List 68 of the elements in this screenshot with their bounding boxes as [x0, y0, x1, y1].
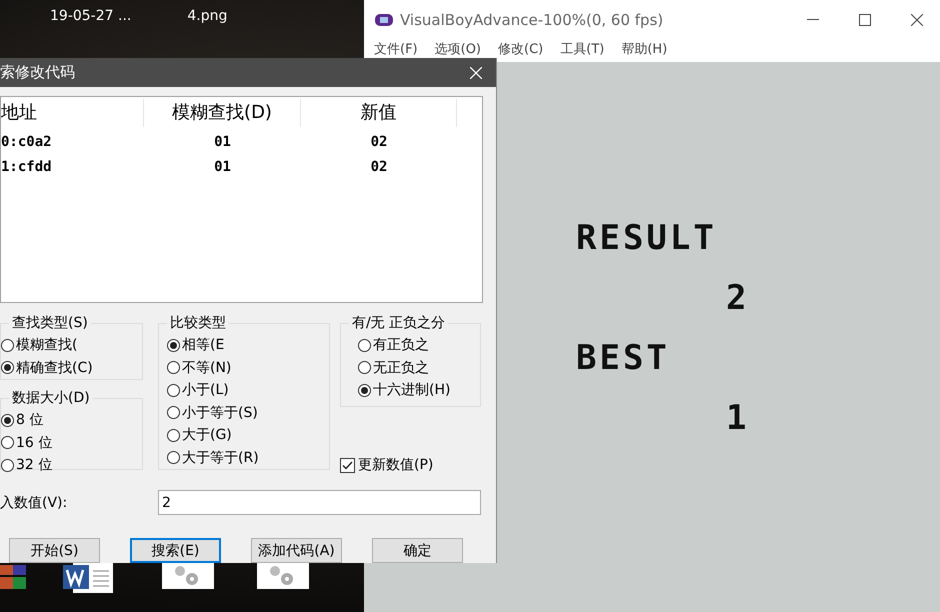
group-label: 比较类型	[167, 315, 229, 331]
dialog-button[interactable]: 添加代码(A)	[251, 538, 342, 563]
radio-button[interactable]	[167, 428, 180, 442]
minimize-icon[interactable]	[807, 19, 819, 21]
game-label: BEST	[576, 337, 670, 380]
table-cell-text: 1:cfdd	[1, 158, 53, 174]
game-console-icon	[374, 12, 394, 28]
radio-button[interactable]	[167, 384, 180, 397]
column-header[interactable]: 新值	[301, 99, 457, 127]
desktop-icon-label[interactable]: 4.png	[187, 8, 228, 24]
game-label: RESULT	[576, 217, 717, 260]
dialog-button[interactable]: 开始(S)	[9, 538, 100, 563]
radio-label: 16 位	[16, 434, 52, 452]
table-cell-text: 01	[213, 134, 232, 150]
group-label: 数据大小(D)	[9, 390, 93, 406]
radio-label: 大于等于(R)	[182, 448, 259, 467]
radio-button[interactable]	[167, 406, 180, 420]
field-label: 入数值(V):	[0, 494, 68, 512]
radio-label: 大于(G)	[182, 426, 232, 444]
checkbox-label: 更新数值(P)	[358, 456, 434, 474]
radio-label: 小于(L)	[182, 381, 229, 400]
radio-label: 8 位	[16, 411, 44, 430]
word-document-icon[interactable]	[63, 563, 115, 593]
table-cell-text: 02	[370, 158, 388, 174]
radio-button[interactable]	[358, 338, 371, 352]
column-header[interactable]: 模糊查找(D)	[144, 99, 301, 127]
radio-button[interactable]	[358, 384, 371, 397]
game-score: 2	[726, 277, 750, 320]
table-cell-text: 01	[213, 158, 232, 174]
dialog-button[interactable]: 确定	[372, 538, 463, 563]
game-score: 1	[726, 397, 750, 440]
radio-label: 十六进制(H)	[373, 381, 450, 400]
radio-button[interactable]	[1, 361, 14, 374]
radio-label: 相等(E	[182, 336, 224, 354]
menu-item[interactable]: 文件(F)	[374, 40, 418, 58]
radio-label: 32 位	[16, 456, 52, 474]
desktop-icon-label[interactable]: 19-05-27 ...	[50, 8, 132, 24]
close-icon[interactable]	[911, 14, 923, 26]
radio-button[interactable]	[1, 458, 14, 472]
radio-button[interactable]	[167, 338, 180, 352]
value-input[interactable]: 2	[158, 490, 481, 515]
table-cell-text: 02	[370, 134, 388, 150]
radio-button[interactable]	[1, 414, 14, 427]
menu-item[interactable]: 修改(C)	[498, 40, 544, 58]
code-list[interactable]: 地址 模糊查找(D) 新值 0:c0a2 01 02 1:cfdd 01 02	[0, 96, 483, 303]
radio-button[interactable]	[167, 451, 180, 464]
table-cell-text: 0:c0a2	[1, 134, 53, 150]
radio-label: 无正负之	[373, 358, 429, 377]
radio-label: 精确查找(C)	[16, 358, 93, 377]
dialog-title: 索修改代码	[0, 63, 75, 82]
radio-label: 有正负之	[373, 336, 429, 354]
radio-label: 小于等于(S)	[182, 404, 258, 422]
radio-label: 模糊查找(	[16, 336, 78, 354]
group-label: 查找类型(S)	[9, 315, 91, 331]
menu-item[interactable]: 工具(T)	[560, 40, 604, 58]
radio-button[interactable]	[1, 436, 14, 450]
radio-button[interactable]	[1, 338, 14, 352]
maximize-icon[interactable]	[859, 14, 871, 26]
checkbox[interactable]	[340, 458, 355, 472]
radio-button[interactable]	[358, 361, 371, 374]
dialog-button[interactable]: 搜索(E)	[130, 538, 221, 563]
menu-item[interactable]: 选项(O)	[434, 40, 482, 58]
column-header[interactable]: 地址	[1, 99, 144, 127]
radio-button[interactable]	[167, 361, 180, 374]
window-title: VisualBoyAdvance-100%(0, 60 fps)	[400, 11, 664, 29]
menu-item[interactable]: 帮助(H)	[621, 40, 668, 58]
radio-label: 不等(N)	[182, 358, 232, 377]
group-label: 有/无 正负之分	[349, 315, 448, 331]
